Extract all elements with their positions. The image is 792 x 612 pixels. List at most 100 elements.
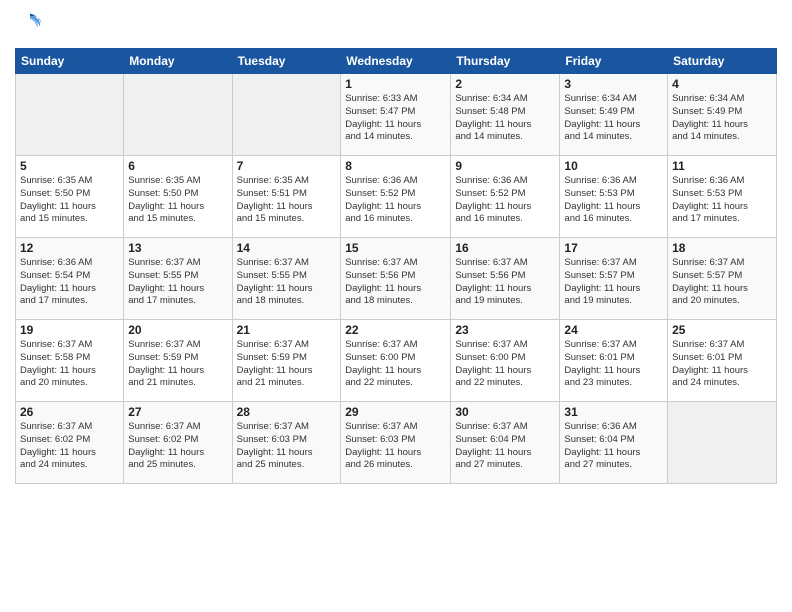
header-saturday: Saturday xyxy=(668,49,777,74)
calendar-week-row: 19 Sunrise: 6:37 AM Sunset: 5:58 PM Dayli… xyxy=(16,320,777,402)
day-number: 8 xyxy=(345,159,446,173)
day-info: Sunrise: 6:36 AM Sunset: 5:52 PM Dayligh… xyxy=(345,175,446,226)
calendar-week-row: 1Sunrise: 6:33 AM Sunset: 5:47 PM Daylig… xyxy=(16,74,777,156)
calendar-cell: 19 Sunrise: 6:37 AM Sunset: 5:58 PM Dayli… xyxy=(16,320,124,402)
logo xyxy=(15,10,49,40)
day-number: 3 xyxy=(564,77,663,91)
calendar-cell: 14 Sunrise: 6:37 AM Sunset: 5:55 PM Dayli… xyxy=(232,238,341,320)
day-number: 9 xyxy=(455,159,555,173)
day-info: Sunrise: 6:37 AM Sunset: 5:57 PM Dayligh… xyxy=(564,257,663,308)
day-number: 5 xyxy=(20,159,119,173)
day-info: Sunrise: 6:37 AM Sunset: 6:01 PM Dayligh… xyxy=(672,339,772,390)
day-info: Sunrise: 6:34 AM Sunset: 5:49 PM Dayligh… xyxy=(672,93,772,144)
day-number: 31 xyxy=(564,405,663,419)
day-number: 2 xyxy=(455,77,555,91)
header-friday: Friday xyxy=(560,49,668,74)
calendar-cell: 7 Sunrise: 6:35 AM Sunset: 5:51 PM Daylig… xyxy=(232,156,341,238)
calendar-cell: 16Sunrise: 6:37 AM Sunset: 5:56 PM Dayli… xyxy=(451,238,560,320)
day-number: 28 xyxy=(237,405,337,419)
calendar-cell: 8 Sunrise: 6:36 AM Sunset: 5:52 PM Daylig… xyxy=(341,156,451,238)
calendar-cell: 18 Sunrise: 6:37 AM Sunset: 5:57 PM Dayli… xyxy=(668,238,777,320)
day-number: 10 xyxy=(564,159,663,173)
calendar-cell: 4 Sunrise: 6:34 AM Sunset: 5:49 PM Daylig… xyxy=(668,74,777,156)
day-number: 18 xyxy=(672,241,772,255)
day-number: 4 xyxy=(672,77,772,91)
day-info: Sunrise: 6:37 AM Sunset: 5:55 PM Dayligh… xyxy=(237,257,337,308)
day-info: Sunrise: 6:33 AM Sunset: 5:47 PM Dayligh… xyxy=(345,93,446,144)
day-number: 21 xyxy=(237,323,337,337)
calendar-cell: 10 Sunrise: 6:36 AM Sunset: 5:53 PM Dayli… xyxy=(560,156,668,238)
day-info: Sunrise: 6:37 AM Sunset: 5:55 PM Dayligh… xyxy=(128,257,227,308)
day-info: Sunrise: 6:37 AM Sunset: 5:56 PM Dayligh… xyxy=(455,257,555,308)
header-sunday: Sunday xyxy=(16,49,124,74)
day-number: 15 xyxy=(345,241,446,255)
day-info: Sunrise: 6:37 AM Sunset: 6:00 PM Dayligh… xyxy=(345,339,446,390)
day-number: 26 xyxy=(20,405,119,419)
calendar-header-row: SundayMondayTuesdayWednesdayThursdayFrid… xyxy=(16,49,777,74)
calendar-cell xyxy=(16,74,124,156)
calendar-cell: 22 Sunrise: 6:37 AM Sunset: 6:00 PM Dayli… xyxy=(341,320,451,402)
day-number: 14 xyxy=(237,241,337,255)
day-info: Sunrise: 6:35 AM Sunset: 5:50 PM Dayligh… xyxy=(20,175,119,226)
day-info: Sunrise: 6:34 AM Sunset: 5:49 PM Dayligh… xyxy=(564,93,663,144)
calendar-cell: 3 Sunrise: 6:34 AM Sunset: 5:49 PM Daylig… xyxy=(560,74,668,156)
day-info: Sunrise: 6:35 AM Sunset: 5:51 PM Dayligh… xyxy=(237,175,337,226)
day-info: Sunrise: 6:37 AM Sunset: 5:58 PM Dayligh… xyxy=(20,339,119,390)
calendar-cell: 13 Sunrise: 6:37 AM Sunset: 5:55 PM Dayli… xyxy=(124,238,232,320)
day-number: 7 xyxy=(237,159,337,173)
day-info: Sunrise: 6:37 AM Sunset: 6:03 PM Dayligh… xyxy=(345,421,446,472)
day-number: 6 xyxy=(128,159,227,173)
day-info: Sunrise: 6:35 AM Sunset: 5:50 PM Dayligh… xyxy=(128,175,227,226)
day-info: Sunrise: 6:37 AM Sunset: 6:01 PM Dayligh… xyxy=(564,339,663,390)
calendar-cell xyxy=(232,74,341,156)
calendar-cell: 17 Sunrise: 6:37 AM Sunset: 5:57 PM Dayli… xyxy=(560,238,668,320)
calendar-week-row: 26 Sunrise: 6:37 AM Sunset: 6:02 PM Dayli… xyxy=(16,402,777,484)
day-info: Sunrise: 6:37 AM Sunset: 5:59 PM Dayligh… xyxy=(128,339,227,390)
day-info: Sunrise: 6:37 AM Sunset: 6:02 PM Dayligh… xyxy=(20,421,119,472)
day-info: Sunrise: 6:37 AM Sunset: 6:02 PM Dayligh… xyxy=(128,421,227,472)
calendar-cell: 30 Sunrise: 6:37 AM Sunset: 6:04 PM Dayli… xyxy=(451,402,560,484)
header-monday: Monday xyxy=(124,49,232,74)
day-info: Sunrise: 6:36 AM Sunset: 5:52 PM Dayligh… xyxy=(455,175,555,226)
day-number: 12 xyxy=(20,241,119,255)
day-info: Sunrise: 6:37 AM Sunset: 6:03 PM Dayligh… xyxy=(237,421,337,472)
day-number: 29 xyxy=(345,405,446,419)
day-info: Sunrise: 6:36 AM Sunset: 6:04 PM Dayligh… xyxy=(564,421,663,472)
calendar-cell xyxy=(124,74,232,156)
header-thursday: Thursday xyxy=(451,49,560,74)
calendar-cell: 29 Sunrise: 6:37 AM Sunset: 6:03 PM Dayli… xyxy=(341,402,451,484)
calendar-cell: 6 Sunrise: 6:35 AM Sunset: 5:50 PM Daylig… xyxy=(124,156,232,238)
day-info: Sunrise: 6:37 AM Sunset: 6:00 PM Dayligh… xyxy=(455,339,555,390)
day-number: 24 xyxy=(564,323,663,337)
day-number: 11 xyxy=(672,159,772,173)
calendar-cell: 20 Sunrise: 6:37 AM Sunset: 5:59 PM Dayli… xyxy=(124,320,232,402)
calendar-table: SundayMondayTuesdayWednesdayThursdayFrid… xyxy=(15,48,777,484)
day-info: Sunrise: 6:36 AM Sunset: 5:54 PM Dayligh… xyxy=(20,257,119,308)
day-info: Sunrise: 6:37 AM Sunset: 5:59 PM Dayligh… xyxy=(237,339,337,390)
day-number: 20 xyxy=(128,323,227,337)
calendar-cell: 9 Sunrise: 6:36 AM Sunset: 5:52 PM Daylig… xyxy=(451,156,560,238)
day-info: Sunrise: 6:36 AM Sunset: 5:53 PM Dayligh… xyxy=(564,175,663,226)
day-number: 17 xyxy=(564,241,663,255)
header-tuesday: Tuesday xyxy=(232,49,341,74)
calendar-cell: 1Sunrise: 6:33 AM Sunset: 5:47 PM Daylig… xyxy=(341,74,451,156)
day-number: 25 xyxy=(672,323,772,337)
calendar-week-row: 5 Sunrise: 6:35 AM Sunset: 5:50 PM Daylig… xyxy=(16,156,777,238)
calendar-cell: 15 Sunrise: 6:37 AM Sunset: 5:56 PM Dayli… xyxy=(341,238,451,320)
day-info: Sunrise: 6:37 AM Sunset: 6:04 PM Dayligh… xyxy=(455,421,555,472)
calendar-cell: 2Sunrise: 6:34 AM Sunset: 5:48 PM Daylig… xyxy=(451,74,560,156)
calendar-cell: 24 Sunrise: 6:37 AM Sunset: 6:01 PM Dayli… xyxy=(560,320,668,402)
day-number: 22 xyxy=(345,323,446,337)
day-number: 13 xyxy=(128,241,227,255)
calendar-cell: 11Sunrise: 6:36 AM Sunset: 5:53 PM Dayli… xyxy=(668,156,777,238)
day-number: 19 xyxy=(20,323,119,337)
day-number: 23 xyxy=(455,323,555,337)
calendar-cell: 5 Sunrise: 6:35 AM Sunset: 5:50 PM Daylig… xyxy=(16,156,124,238)
day-number: 27 xyxy=(128,405,227,419)
calendar-cell: 28 Sunrise: 6:37 AM Sunset: 6:03 PM Dayli… xyxy=(232,402,341,484)
calendar-cell: 23 Sunrise: 6:37 AM Sunset: 6:00 PM Dayli… xyxy=(451,320,560,402)
day-info: Sunrise: 6:37 AM Sunset: 5:57 PM Dayligh… xyxy=(672,257,772,308)
calendar-cell: 26 Sunrise: 6:37 AM Sunset: 6:02 PM Dayli… xyxy=(16,402,124,484)
day-number: 30 xyxy=(455,405,555,419)
day-info: Sunrise: 6:37 AM Sunset: 5:56 PM Dayligh… xyxy=(345,257,446,308)
